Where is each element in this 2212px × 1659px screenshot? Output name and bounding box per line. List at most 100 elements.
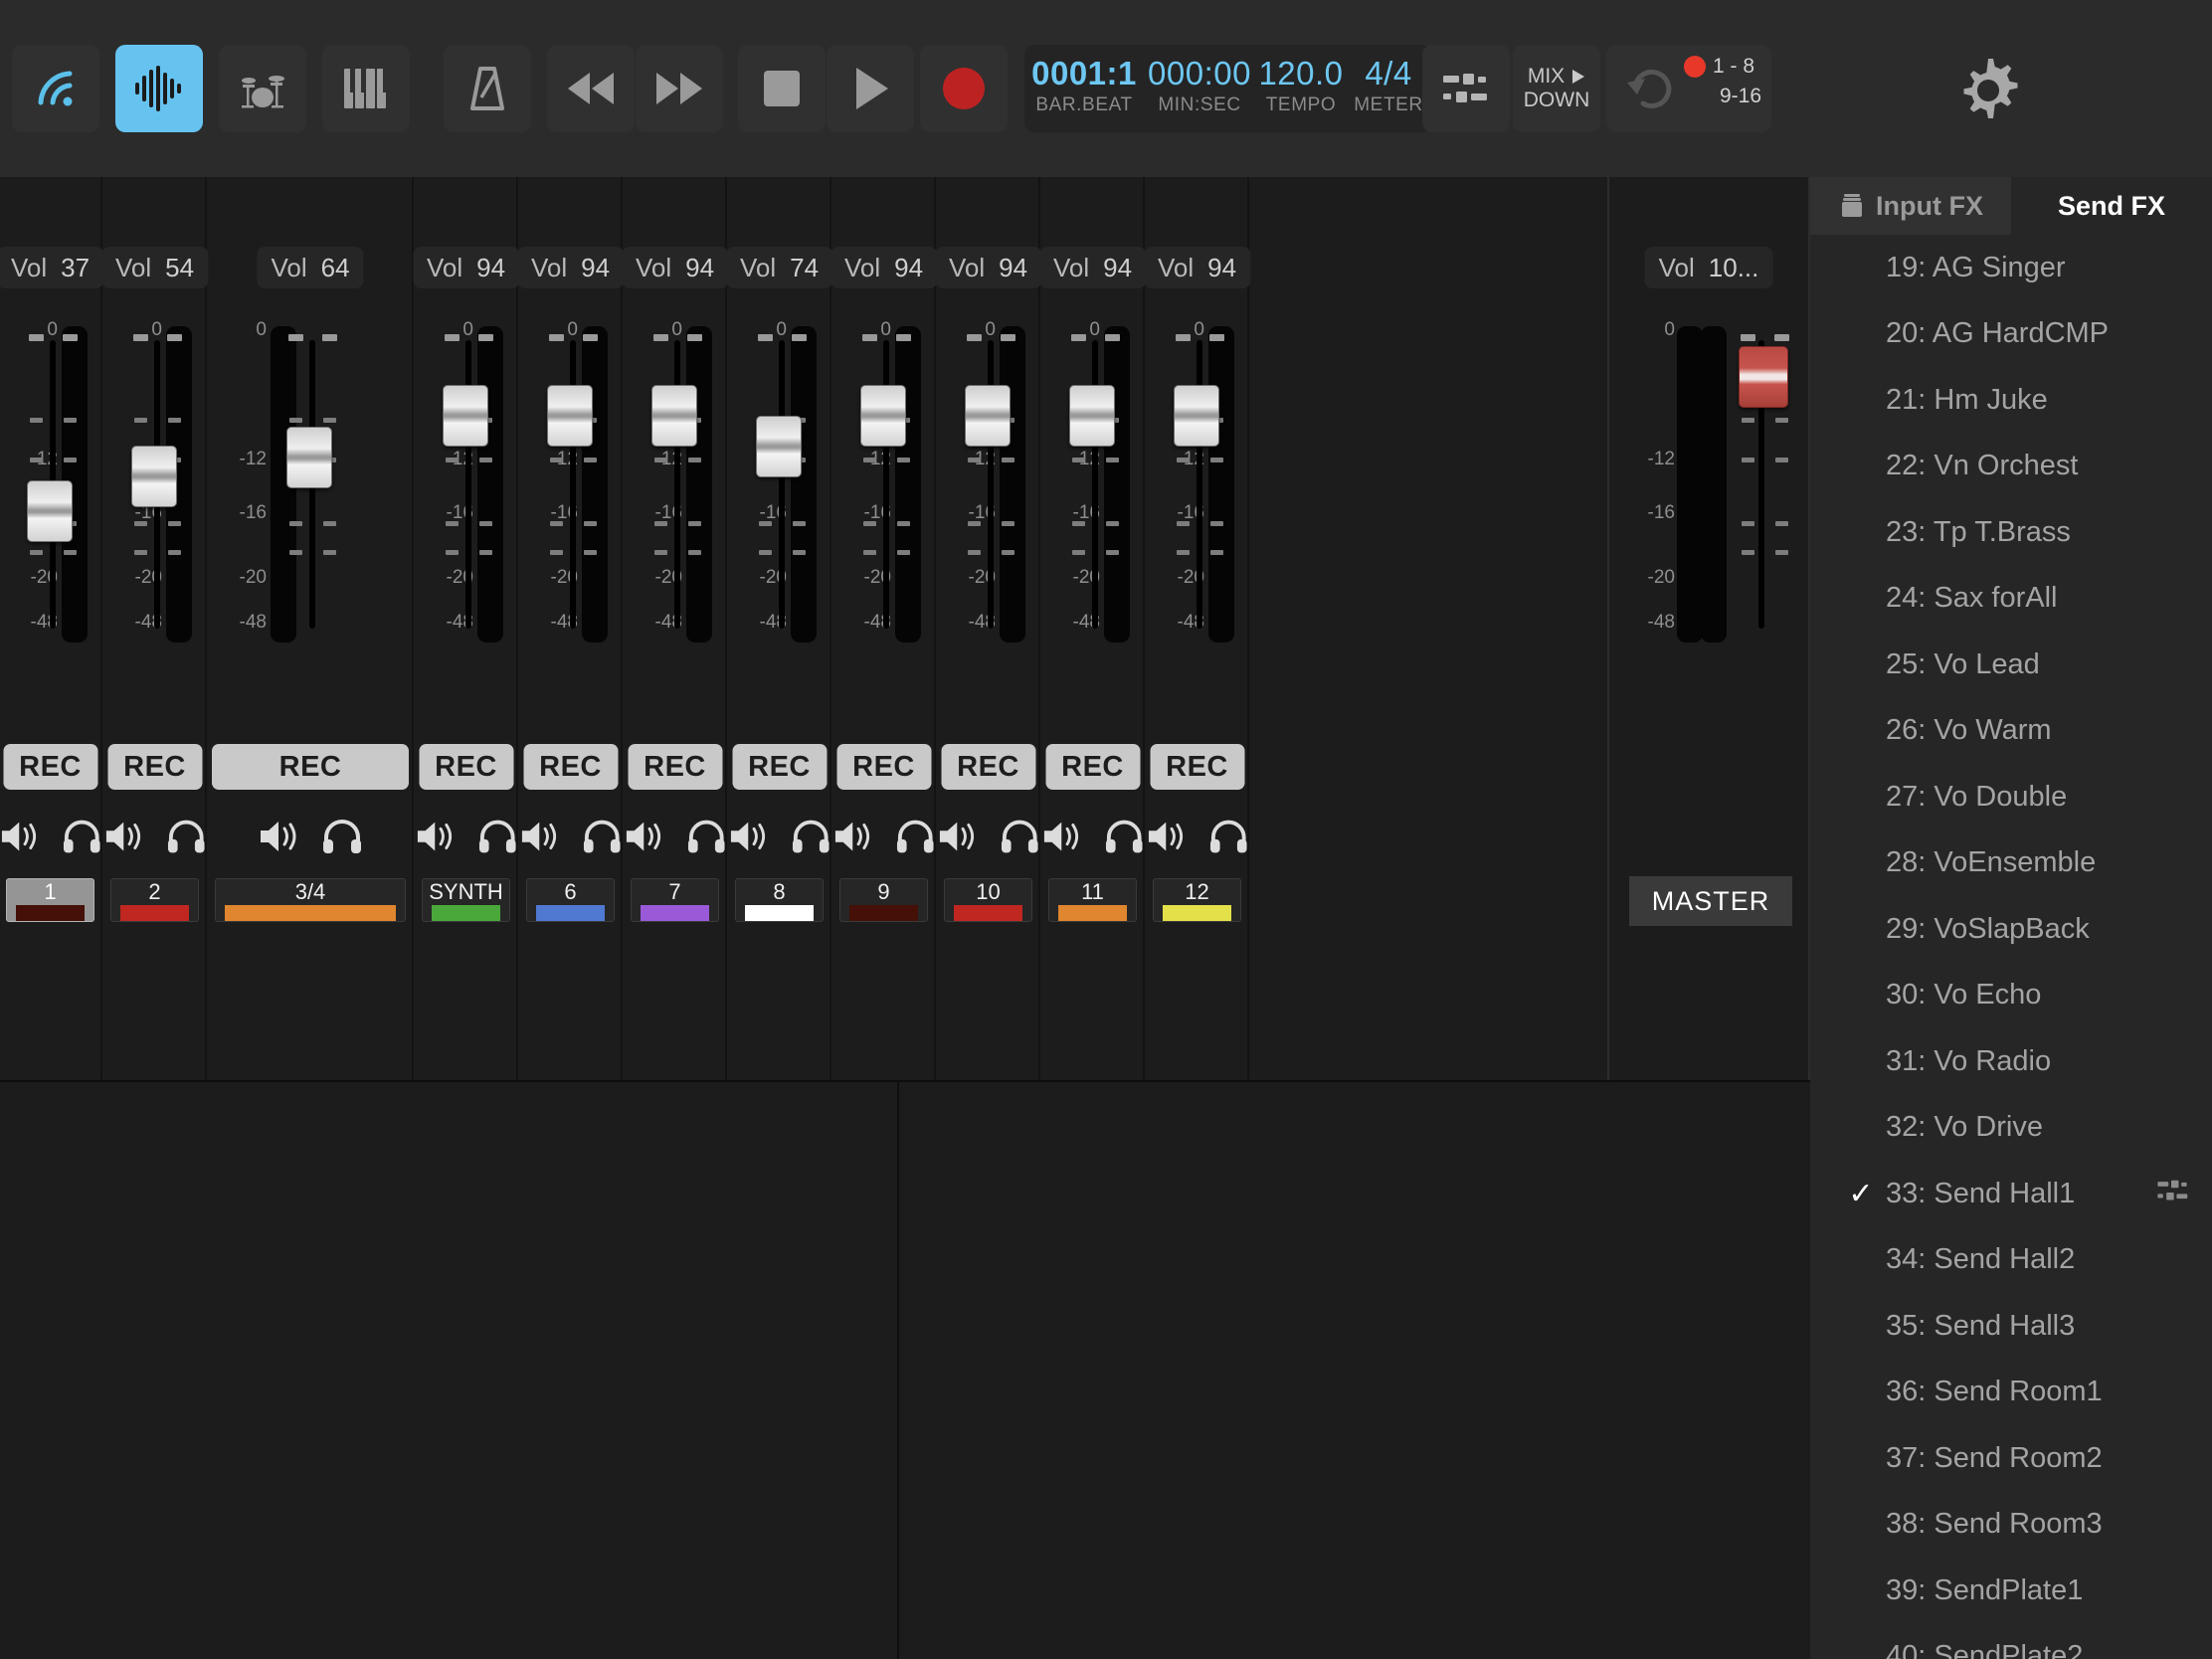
waveform-icon-button[interactable] [115,45,203,132]
channel-name-button[interactable]: 8 [735,878,824,922]
speaker-icon[interactable] [416,820,455,853]
channel-fader-cap[interactable] [1173,385,1219,448]
record-arm-button[interactable]: REC [3,744,97,790]
headphone-icon[interactable] [1209,819,1248,854]
drums-icon-button[interactable] [219,45,306,132]
channel-volume-pill[interactable]: Vol 64 [257,247,364,288]
headphone-icon[interactable] [1001,819,1039,854]
master-volume-pill[interactable]: Vol 10... [1644,247,1773,288]
fx-preset-item[interactable]: 27: Vo Double [1810,764,2212,830]
master-fader-cap[interactable] [1739,346,1788,408]
channel-name-button[interactable]: 7 [631,878,719,922]
channel-volume-pill[interactable]: Vol 94 [412,247,520,288]
metronome-icon-button[interactable] [444,45,531,132]
channel-fader-cap[interactable] [442,385,488,448]
fx-preset-item[interactable]: 40: SendPlate2 [1810,1624,2212,1659]
transport-display[interactable]: 0001:1 BAR.BEAT 000:00 MIN:SEC 120.0 TEM… [1024,45,1431,132]
wifi-icon-button[interactable] [12,45,99,132]
master-name-button[interactable]: MASTER [1629,876,1792,926]
fx-preset-item[interactable]: 19: AG Singer [1810,235,2212,301]
speaker-icon[interactable] [259,820,298,853]
speaker-icon[interactable] [625,820,663,853]
channel-volume-pill[interactable]: Vol 94 [621,247,729,288]
headphone-icon[interactable] [896,819,935,854]
fx-preset-item[interactable]: 28: VoEnsemble [1810,830,2212,897]
fx-preset-item[interactable]: ✓ 33: Send Hall1 [1810,1161,2212,1227]
fx-preset-item[interactable]: 26: Vo Warm [1810,698,2212,765]
tempo-readout[interactable]: 120.0 TEMPO [1255,45,1347,132]
record-arm-button[interactable]: REC [941,744,1035,790]
fx-preset-item[interactable]: 34: Send Hall2 [1810,1227,2212,1294]
headphone-icon[interactable] [63,819,101,854]
speaker-icon[interactable] [729,820,768,853]
channel-volume-pill[interactable]: Vol 94 [1143,247,1251,288]
rec-range-button[interactable]: 1 - 8 9-16 [1676,45,1771,132]
record-arm-button[interactable]: REC [1045,744,1140,790]
fx-preset-item[interactable]: 24: Sax forAll [1810,566,2212,633]
speaker-icon[interactable] [0,820,39,853]
channel-name-button[interactable]: 11 [1048,878,1137,922]
tab-send-fx[interactable]: Send FX [2011,177,2212,235]
speaker-icon[interactable] [104,820,143,853]
channel-fader-cap[interactable] [964,385,1011,448]
channel-fader-cap[interactable] [650,385,697,448]
fx-preset-item[interactable]: 35: Send Hall3 [1810,1293,2212,1360]
record-arm-button[interactable]: REC [836,744,931,790]
fx-preset-list[interactable]: 19: AG Singer 20: AG HardCMP 21: Hm Juke 22… [1810,235,2212,1659]
channel-fader-cap[interactable] [859,385,906,448]
headphone-icon[interactable] [167,819,206,854]
record-arm-button[interactable]: REC [732,744,827,790]
channel-volume-pill[interactable]: Vol 74 [725,247,833,288]
channel-name-button[interactable]: 12 [1153,878,1241,922]
headphone-icon[interactable] [583,819,622,854]
min-sec-readout[interactable]: 000:00 MIN:SEC [1144,45,1255,132]
record-arm-button[interactable]: REC [107,744,202,790]
fx-preset-item[interactable]: 29: VoSlapBack [1810,896,2212,963]
channel-fader-cap[interactable] [546,385,593,448]
channel-volume-pill[interactable]: Vol 94 [934,247,1042,288]
speaker-icon[interactable] [1147,820,1186,853]
speaker-icon[interactable] [833,820,872,853]
speaker-icon[interactable] [1042,820,1081,853]
channel-name-button[interactable]: 3/4 [215,878,406,922]
fx-preset-item[interactable]: 32: Vo Drive [1810,1095,2212,1162]
headphone-icon[interactable] [478,819,517,854]
fx-preset-item[interactable]: 37: Send Room2 [1810,1425,2212,1492]
mixdown-button[interactable]: MIX DOWN [1513,45,1600,132]
headphone-icon[interactable] [322,819,362,854]
stop-icon-button[interactable] [738,45,826,132]
gear-icon-button[interactable] [1954,55,2022,122]
fx-preset-item[interactable]: 22: Vn Orchest [1810,434,2212,500]
channel-volume-pill[interactable]: Vol 37 [0,247,104,288]
record-arm-button[interactable]: REC [419,744,513,790]
play-icon-button[interactable] [827,45,914,132]
channel-name-button[interactable]: 1 [6,878,94,922]
fx-preset-item[interactable]: 25: Vo Lead [1810,632,2212,698]
fx-preset-item[interactable]: 38: Send Room3 [1810,1492,2212,1559]
mixer-view-icon-button[interactable] [1422,45,1510,132]
speaker-icon[interactable] [520,820,559,853]
channel-name-button[interactable]: 6 [526,878,615,922]
channel-name-button[interactable]: 10 [944,878,1032,922]
meter-readout[interactable]: 4/4 METER [1347,45,1430,132]
edit-fx-icon[interactable] [2156,1178,2190,1210]
fx-preset-item[interactable]: 23: Tp T.Brass [1810,499,2212,566]
channel-fader-cap[interactable] [26,480,73,543]
channel-volume-pill[interactable]: Vol 94 [1038,247,1147,288]
record-arm-button[interactable]: REC [628,744,722,790]
channel-name-button[interactable]: 2 [110,878,199,922]
headphone-icon[interactable] [792,819,830,854]
channel-fader-cap[interactable] [755,415,802,477]
record-arm-button[interactable]: REC [212,744,409,790]
fx-preset-item[interactable]: 39: SendPlate1 [1810,1558,2212,1624]
channel-name-button[interactable]: 9 [839,878,928,922]
channel-fader-cap[interactable] [286,426,332,488]
record-icon-button[interactable] [920,45,1008,132]
record-arm-button[interactable]: REC [1150,744,1244,790]
channel-fader-cap[interactable] [130,445,177,507]
rewind-icon-button[interactable] [547,45,635,132]
headphone-icon[interactable] [687,819,726,854]
speaker-icon[interactable] [938,820,977,853]
fx-preset-item[interactable]: 20: AG HardCMP [1810,301,2212,368]
channel-name-button[interactable]: SYNTH [422,878,510,922]
